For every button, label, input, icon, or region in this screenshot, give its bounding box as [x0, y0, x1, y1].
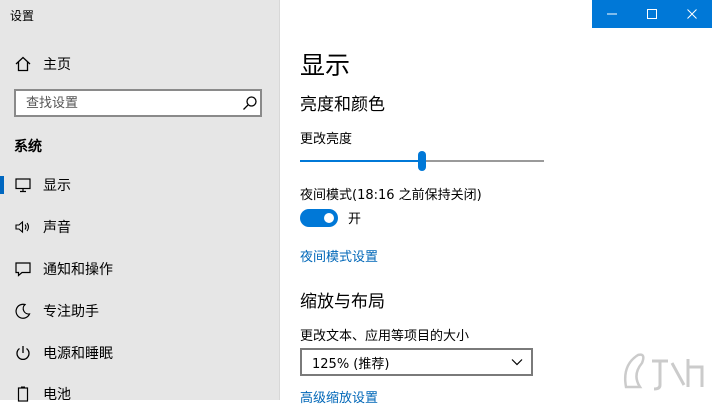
sidebar-item-display[interactable]: 显示 [0, 168, 279, 202]
active-indicator [0, 176, 4, 194]
main-content: 显示 亮度和颜色 更改亮度 夜间模式(18:16 之前保持关闭) 开 夜间模式设… [300, 0, 712, 406]
toggle-knob [324, 212, 334, 223]
search-icon[interactable] [242, 95, 258, 111]
notification-icon [14, 260, 32, 278]
search-box[interactable] [14, 89, 262, 117]
sidebar-item-battery[interactable]: 电池 [0, 377, 279, 411]
sidebar-item-label: 声音 [43, 220, 71, 236]
page-title: 显示 [300, 51, 351, 80]
speaker-icon [14, 218, 32, 236]
sidebar-item-focus-assist[interactable]: 专注助手 [0, 294, 279, 328]
sidebar-item-label: 通知和操作 [43, 262, 113, 278]
night-mode-toggle-row: 开 [300, 208, 361, 227]
chevron-down-icon [511, 355, 523, 370]
section-label-system: 系统 [14, 139, 42, 155]
battery-icon [14, 385, 32, 403]
monitor-icon [14, 176, 32, 194]
advanced-scaling-link[interactable]: 高级缩放设置 [300, 387, 378, 406]
brightness-slider[interactable] [300, 151, 544, 173]
home-label: 主页 [43, 57, 71, 73]
moon-icon [14, 302, 32, 320]
sidebar-item-power-sleep[interactable]: 电源和睡眠 [0, 336, 279, 370]
scale-label: 更改文本、应用等项目的大小 [300, 329, 470, 344]
home-icon [14, 55, 32, 73]
sidebar-item-sound[interactable]: 声音 [0, 210, 279, 244]
sidebar: 设置 主页 系统 显示 声音 通知和操作 专注助手 [0, 0, 280, 403]
brightness-section-heading: 亮度和颜色 [300, 95, 385, 115]
sidebar-item-label: 显示 [43, 178, 71, 194]
night-mode-toggle[interactable] [300, 208, 338, 227]
night-mode-settings-link[interactable]: 夜间模式设置 [300, 246, 378, 265]
sidebar-item-label: 电源和睡眠 [43, 346, 113, 362]
scale-dropdown[interactable]: 125% (推荐) [300, 348, 533, 376]
power-icon [14, 344, 32, 362]
sidebar-item-label: 专注助手 [43, 304, 99, 320]
scale-section-heading: 缩放与布局 [300, 292, 385, 312]
sidebar-item-notifications[interactable]: 通知和操作 [0, 252, 279, 286]
brightness-label: 更改亮度 [300, 132, 353, 147]
scale-dropdown-value: 125% (推荐) [312, 356, 390, 372]
night-mode-state: 开 [348, 212, 362, 227]
night-mode-label: 夜间模式(18:16 之前保持关闭) [300, 188, 482, 203]
sidebar-item-label: 电池 [43, 387, 71, 403]
slider-thumb[interactable] [418, 151, 426, 171]
window-title: 设置 [10, 9, 35, 23]
search-input[interactable] [16, 94, 240, 112]
home-button[interactable]: 主页 [14, 52, 71, 76]
watermark-logo [612, 345, 708, 397]
slider-fill [300, 160, 422, 162]
